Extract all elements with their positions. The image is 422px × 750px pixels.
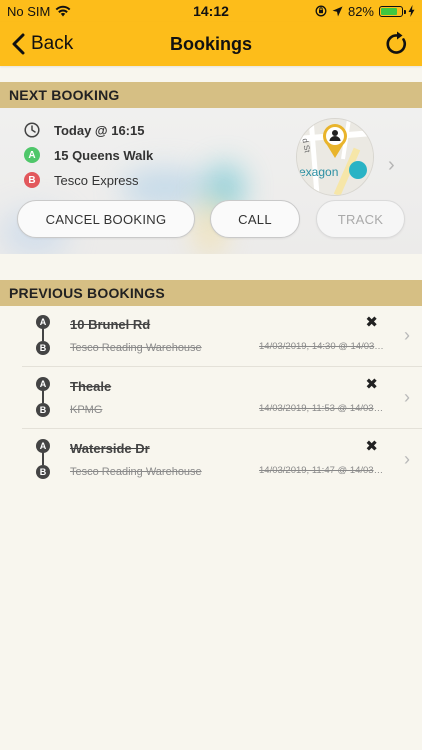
back-button[interactable]: Back bbox=[0, 33, 73, 55]
battery-percent: 82% bbox=[347, 3, 374, 19]
next-booking-from: 15 Queens Walk bbox=[54, 147, 154, 163]
next-booking-time-row: Today @ 16:15 bbox=[24, 122, 144, 138]
next-booking-card[interactable]: Today @ 16:15 A 15 Queens Walk B Tesco E… bbox=[0, 108, 422, 254]
dropoff-circle: B bbox=[36, 341, 50, 355]
booking-date: 14/03/2019, 11:53 @ 14/03/2019, 11:53 bbox=[259, 403, 384, 414]
location-arrow-icon bbox=[332, 6, 343, 16]
track-button[interactable]: TRACK bbox=[316, 200, 405, 238]
map-thumbnail[interactable]: d St exagon bbox=[296, 118, 374, 196]
dropoff-marker-icon: B bbox=[24, 172, 40, 188]
chevron-right-icon[interactable]: › bbox=[404, 325, 410, 346]
cancel-booking-button[interactable]: CANCEL BOOKING bbox=[17, 200, 195, 238]
booking-from: Waterside Dr bbox=[70, 441, 150, 456]
dropoff-circle: B bbox=[36, 465, 50, 479]
orientation-lock-icon bbox=[315, 5, 327, 17]
cancelled-x-icon: ✖ bbox=[365, 438, 378, 455]
cancelled-x-icon: ✖ bbox=[365, 376, 378, 393]
route-line bbox=[42, 389, 44, 403]
dropoff-circle: B bbox=[36, 403, 50, 417]
driver-pin-icon bbox=[323, 124, 347, 158]
previous-bookings-header: PREVIOUS BOOKINGS bbox=[0, 280, 422, 306]
next-booking-time: Today @ 16:15 bbox=[54, 122, 145, 138]
booking-to: Tesco Reading Warehouse bbox=[70, 466, 202, 478]
list-item[interactable]: A B Theale KPMG 14/03/2019, 11:53 @ 14/0… bbox=[22, 367, 422, 429]
chevron-right-icon[interactable]: › bbox=[388, 154, 395, 177]
booking-from: 10 Brunel Rd bbox=[70, 317, 151, 332]
chevron-right-icon[interactable]: › bbox=[404, 449, 410, 470]
route-icon: A B bbox=[36, 315, 52, 359]
status-bar: No SIM 14:12 82% bbox=[0, 0, 422, 22]
status-right: 82% bbox=[315, 4, 422, 19]
charging-bolt-icon bbox=[408, 5, 415, 17]
cancelled-x-icon: ✖ bbox=[365, 314, 378, 331]
route-icon: A B bbox=[36, 377, 52, 421]
chevron-left-icon bbox=[12, 33, 25, 55]
next-booking-header: NEXT BOOKING bbox=[0, 82, 422, 108]
back-label: Back bbox=[31, 33, 74, 54]
battery-fill bbox=[381, 7, 398, 15]
previous-bookings-list: A B 10 Brunel Rd Tesco Reading Warehouse… bbox=[0, 305, 422, 490]
next-booking-to-row: B Tesco Express bbox=[24, 172, 139, 188]
booking-date: 14/03/2019, 14:30 @ 14/03/2019, 14:30 bbox=[259, 341, 384, 352]
booking-from: Theale bbox=[70, 379, 112, 394]
map-place-icon bbox=[349, 161, 367, 179]
list-item[interactable]: A B 10 Brunel Rd Tesco Reading Warehouse… bbox=[22, 305, 422, 367]
pickup-marker-icon: A bbox=[24, 147, 40, 163]
call-button[interactable]: CALL bbox=[210, 200, 300, 238]
route-line bbox=[42, 451, 44, 465]
booking-to: KPMG bbox=[70, 404, 103, 416]
carrier-label: No SIM bbox=[7, 3, 51, 19]
route-icon: A B bbox=[36, 439, 52, 483]
nav-bar: Back Bookings bbox=[0, 22, 422, 66]
clock-icon bbox=[24, 122, 40, 138]
route-line bbox=[42, 327, 44, 341]
booking-to: Tesco Reading Warehouse bbox=[70, 342, 202, 354]
next-booking-to: Tesco Express bbox=[54, 172, 139, 188]
status-left: No SIM bbox=[0, 4, 71, 19]
wifi-icon bbox=[55, 5, 71, 17]
list-item[interactable]: A B Waterside Dr Tesco Reading Warehouse… bbox=[22, 429, 422, 490]
booking-date: 14/03/2019, 11:47 @ 14/03/2019, 11:47 bbox=[259, 465, 384, 476]
next-booking-from-row: A 15 Queens Walk bbox=[24, 147, 153, 163]
chevron-right-icon[interactable]: › bbox=[404, 387, 410, 408]
refresh-icon[interactable] bbox=[384, 31, 410, 57]
map-place-label: exagon bbox=[299, 165, 339, 179]
battery-icon bbox=[379, 5, 406, 17]
